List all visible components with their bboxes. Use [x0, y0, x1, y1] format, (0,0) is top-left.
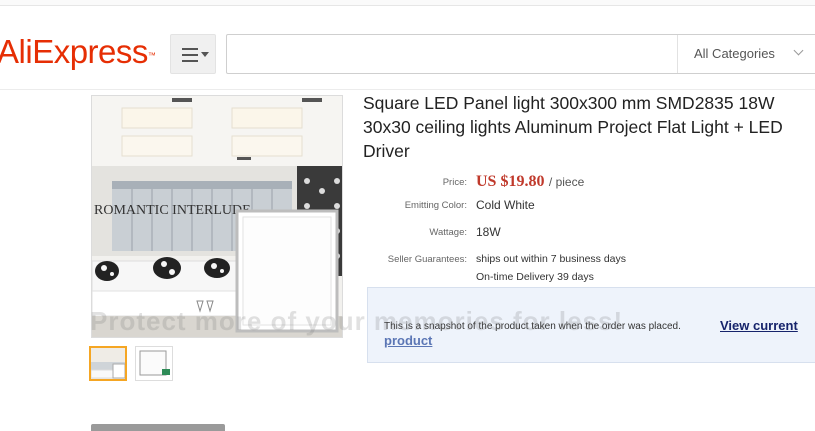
wattage-label: Wattage:: [429, 227, 467, 238]
product-title: Square LED Panel light 300x300 mm SMD283…: [363, 93, 783, 161]
logo-part-ali: Ali: [0, 33, 33, 70]
logo-tm: ™: [147, 51, 156, 60]
bottom-button[interactable]: [91, 424, 225, 431]
category-select[interactable]: All Categories: [694, 46, 775, 61]
wattage-value: 18W: [476, 225, 501, 239]
guarantee-delivery: On-time Delivery 39 days: [476, 271, 594, 283]
thumbnail-1[interactable]: [89, 346, 127, 381]
emitting-color-value: Cold White: [476, 198, 535, 212]
price: US $19.80 / piece: [476, 173, 584, 191]
snapshot-notice: This is a snapshot of the product taken …: [367, 287, 815, 363]
room-scene-image: ROMANTIC INTERLUDE: [92, 96, 342, 337]
logo-part-express: Express: [32, 33, 148, 70]
svg-text:ROMANTIC INTERLUDE: ROMANTIC INTERLUDE: [94, 203, 251, 218]
aliexpress-logo[interactable]: AliExpress™: [0, 33, 156, 70]
price-unit: / piece: [548, 175, 585, 189]
menu-icon: [182, 48, 198, 66]
search-divider: [677, 35, 678, 73]
search-bar[interactable]: All Categories: [226, 34, 815, 74]
seller-guarantees-label: Seller Guarantees:: [387, 254, 467, 265]
site-header: AliExpress™ All Categories: [0, 6, 815, 90]
category-menu-button[interactable]: [170, 34, 216, 74]
price-label: Price:: [442, 177, 467, 188]
thumbnail-panel-image: [136, 347, 172, 380]
snapshot-message: This is a snapshot of the product taken …: [384, 321, 681, 332]
price-value: US $19.80: [476, 173, 545, 190]
view-current-product-link-cont[interactable]: product: [384, 333, 432, 348]
caret-down-icon: [201, 52, 209, 57]
emitting-color-label: Emitting Color:: [404, 200, 467, 211]
thumbnail-room-image: [91, 348, 125, 379]
product-main-image[interactable]: ROMANTIC INTERLUDE: [91, 95, 343, 338]
thumbnail-2[interactable]: [135, 346, 173, 381]
view-current-product-link[interactable]: View current: [720, 318, 798, 333]
chevron-down-icon[interactable]: [793, 45, 804, 56]
guarantee-shipping: ships out within 7 business days: [476, 253, 626, 265]
